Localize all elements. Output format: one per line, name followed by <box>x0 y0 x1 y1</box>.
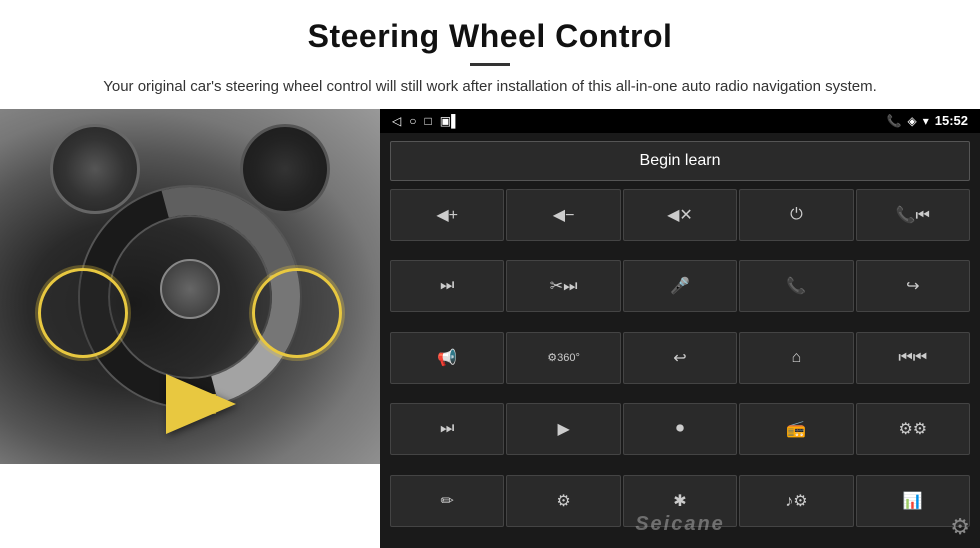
mute-icon: ◀✕ <box>667 205 693 225</box>
bluetooth-button[interactable]: ✱ <box>623 475 737 527</box>
steering-wheel-hub <box>160 259 220 319</box>
gauge-right <box>240 124 330 214</box>
settings-button[interactable]: ⚙ <box>506 475 620 527</box>
home-circle-icon: ○ <box>409 114 416 128</box>
content-area: ◁ ○ □ ▣▌ 📞 ◈ ▾ 15:52 Begin learn <box>0 109 980 548</box>
sw-background <box>0 109 380 464</box>
mic-button[interactable]: 🎤 <box>623 260 737 312</box>
horn-button[interactable]: 📢 <box>390 332 504 384</box>
subtitle: Your original car's steering wheel contr… <box>100 76 880 99</box>
hangup-icon: ↪ <box>906 276 919 296</box>
gear-icon: ⚙ <box>950 514 970 539</box>
vol-up-button[interactable]: ◀+ <box>390 189 504 241</box>
edit-icon: ✏ <box>440 491 453 511</box>
power-button[interactable]: ⏻ <box>739 189 853 241</box>
camera-360-button[interactable]: ⚙360° <box>506 332 620 384</box>
status-bar: ◁ ○ □ ▣▌ 📞 ◈ ▾ 15:52 <box>380 109 980 133</box>
vol-down-icon: ◀− <box>553 205 575 225</box>
skip-prev-icon: ⏮⏮ <box>898 349 927 367</box>
call-icon: 📞 <box>786 276 806 296</box>
home-nav-icon: ⌂ <box>792 349 802 367</box>
back-nav-icon: ↩ <box>673 348 686 368</box>
eq-button[interactable]: ⚙⚙ <box>856 403 970 455</box>
prev-call-button[interactable]: 📞⏮ <box>856 189 970 241</box>
recents-icon: □ <box>424 114 431 128</box>
fast-forward-button[interactable]: ✂⏭ <box>506 260 620 312</box>
skip-next2-button[interactable]: ⏭ <box>390 403 504 455</box>
gear-corner-button[interactable]: ⚙ <box>950 514 970 540</box>
music-icon: ♪⚙ <box>785 491 807 511</box>
navigate-icon: ▶ <box>557 419 569 439</box>
phone-prev-icon: 📞⏮ <box>896 205 930 225</box>
button-cluster-right <box>252 268 342 358</box>
header-section: Steering Wheel Control Your original car… <box>0 0 980 109</box>
radio-button[interactable]: 📻 <box>739 403 853 455</box>
eq-icon: ⚙⚙ <box>898 419 927 439</box>
begin-learn-row: Begin learn <box>380 133 980 187</box>
wifi-icon: ▾ <box>923 114 929 128</box>
home-nav-button[interactable]: ⌂ <box>739 332 853 384</box>
page-title: Steering Wheel Control <box>60 18 920 55</box>
skip-next-icon: ⏭ <box>440 277 454 295</box>
bluetooth-icon: ✱ <box>673 491 686 511</box>
skip-prev-button[interactable]: ⏮⏮ <box>856 332 970 384</box>
edit-button[interactable]: ✏ <box>390 475 504 527</box>
settings-icon: ⚙ <box>556 491 570 511</box>
back-nav-button[interactable]: ↩ <box>623 332 737 384</box>
camera-360-icon: ⚙360° <box>547 351 580 364</box>
equalizer-icon: 📊 <box>903 491 923 511</box>
power-icon: ⏻ <box>790 206 803 224</box>
gauge-left <box>50 124 140 214</box>
signal-icon: ▣▌ <box>440 114 460 128</box>
begin-learn-button[interactable]: Begin learn <box>390 141 970 181</box>
horn-icon: 📢 <box>437 348 457 368</box>
fast-forward-icon: ✂⏭ <box>550 276 578 296</box>
steering-photo <box>0 109 380 464</box>
navigate-button[interactable]: ▶ <box>506 403 620 455</box>
call-button[interactable]: 📞 <box>739 260 853 312</box>
status-icons-right: 📞 ◈ ▾ 15:52 <box>887 113 968 128</box>
controls-grid: ◀+ ◀− ◀✕ ⏻ 📞⏮ ⏭ ✂⏭ <box>380 187 980 548</box>
skip-next-button[interactable]: ⏭ <box>390 260 504 312</box>
mic-icon: 🎤 <box>670 276 690 296</box>
status-left: ◁ ○ □ ▣▌ <box>392 114 460 128</box>
arrow-head <box>166 374 236 434</box>
status-time: 15:52 <box>935 113 968 128</box>
page-container: Steering Wheel Control Your original car… <box>0 0 980 548</box>
vol-up-icon: ◀+ <box>436 205 458 225</box>
source-icon: ⏺ <box>676 420 684 438</box>
vol-down-button[interactable]: ◀− <box>506 189 620 241</box>
arrow-overlay <box>166 374 286 434</box>
back-icon: ◁ <box>392 114 401 128</box>
location-icon: ◈ <box>907 114 916 128</box>
android-panel: ◁ ○ □ ▣▌ 📞 ◈ ▾ 15:52 Begin learn <box>380 109 980 548</box>
hangup-button[interactable]: ↪ <box>856 260 970 312</box>
button-cluster-left <box>38 268 128 358</box>
radio-icon: 📻 <box>786 419 806 439</box>
source-button[interactable]: ⏺ <box>623 403 737 455</box>
music-button[interactable]: ♪⚙ <box>739 475 853 527</box>
title-divider <box>470 63 510 66</box>
phone-icon: 📞 <box>887 114 902 128</box>
mute-button[interactable]: ◀✕ <box>623 189 737 241</box>
skip-next2-icon: ⏭ <box>440 420 454 438</box>
